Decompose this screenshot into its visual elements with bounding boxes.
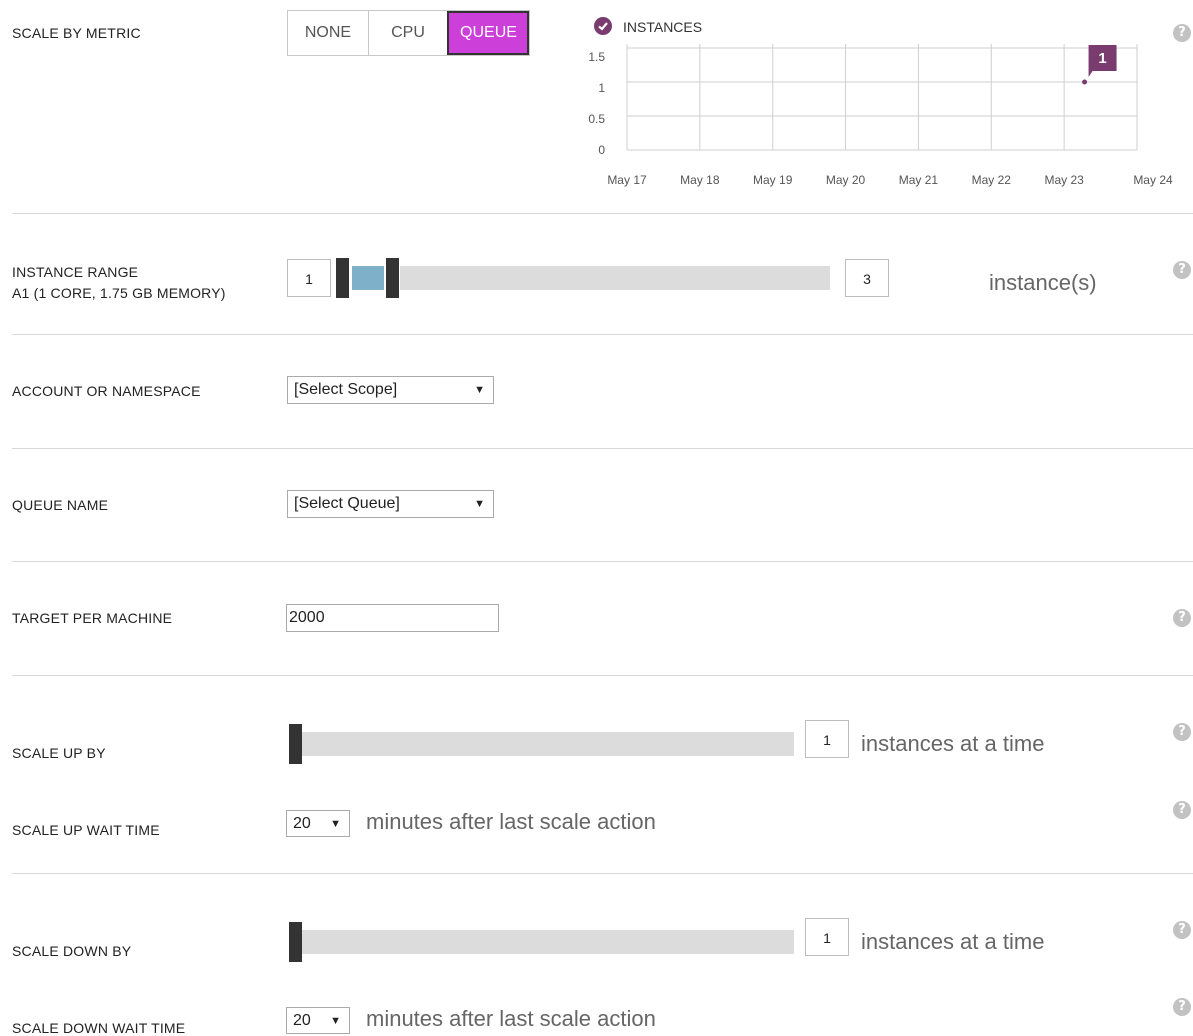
y-tick-label: 1.5: [588, 50, 605, 64]
scale-up-wait-select[interactable]: 20 ▼: [286, 810, 350, 837]
help-icon[interactable]: ?: [1173, 921, 1191, 939]
divider: [12, 334, 1193, 335]
instance-range-title: INSTANCE RANGE: [12, 264, 139, 280]
scale-down-wait-unit: minutes after last scale action: [366, 1006, 656, 1031]
help-icon[interactable]: ?: [1173, 801, 1191, 819]
scale-up-slider-handle[interactable]: [289, 724, 302, 764]
x-tick-label: May 18: [680, 173, 720, 187]
x-tick-label: May 23: [1044, 173, 1084, 187]
chart-legend-label: INSTANCES: [623, 19, 703, 35]
divider: [12, 675, 1193, 676]
scale-metric-toggle: NONE CPU QUEUE: [287, 10, 530, 56]
account-namespace-label: ACCOUNT OR NAMESPACE: [12, 383, 201, 399]
metric-cpu-button[interactable]: CPU: [368, 11, 447, 55]
scale-down-by-label: SCALE DOWN BY: [12, 943, 132, 959]
scale-down-wait-select[interactable]: 20 ▼: [286, 1007, 350, 1034]
check-icon[interactable]: [594, 17, 612, 35]
y-tick-label: 0: [598, 143, 605, 157]
instance-size-desc: A1 (1 CORE, 1.75 GB MEMORY): [12, 285, 226, 301]
scale-down-wait-value: 20: [293, 1012, 311, 1029]
x-tick-label: May 21: [898, 173, 939, 187]
scale-up-wait-value: 20: [293, 815, 311, 832]
y-tick-label: 0.5: [588, 112, 605, 126]
x-tick-label: May 24: [1133, 173, 1173, 187]
help-icon[interactable]: ?: [1173, 261, 1191, 279]
chart-data-point: [1082, 79, 1088, 85]
instance-min-handle[interactable]: [336, 258, 349, 298]
queue-select[interactable]: [Select Queue] ▼: [287, 490, 494, 518]
scale-up-wait-unit: minutes after last scale action: [366, 809, 656, 834]
scale-by-metric-label: SCALE BY METRIC: [12, 25, 141, 41]
instance-max-input[interactable]: 3: [845, 259, 889, 297]
scale-up-by-label: SCALE UP BY: [12, 745, 106, 761]
scale-up-slider-track[interactable]: [302, 732, 794, 756]
dropdown-arrow-icon: ▼: [474, 384, 485, 396]
target-per-machine-label: TARGET PER MACHINE: [12, 610, 173, 626]
scale-down-by-unit: instances at a time: [861, 929, 1045, 954]
divider: [12, 873, 1193, 874]
queue-select-value: [Select Queue]: [294, 495, 400, 512]
dropdown-arrow-icon: ▼: [330, 818, 341, 830]
instances-chart: 1: [626, 44, 1138, 151]
chart-data-label: 1: [1098, 50, 1106, 67]
scale-down-wait-label: SCALE DOWN WAIT TIME: [12, 1020, 186, 1036]
instance-range-fill: [352, 266, 384, 290]
metric-queue-button[interactable]: QUEUE: [447, 11, 529, 55]
y-tick-label: 1: [598, 81, 605, 95]
instance-min-input[interactable]: 1: [287, 259, 331, 297]
help-icon[interactable]: ?: [1173, 998, 1191, 1016]
divider: [12, 213, 1193, 214]
help-icon[interactable]: ?: [1173, 609, 1191, 627]
x-tick-label: May 17: [607, 173, 647, 187]
divider: [12, 561, 1193, 562]
help-icon[interactable]: ?: [1173, 723, 1191, 741]
dropdown-arrow-icon: ▼: [330, 1015, 341, 1027]
queue-name-label: QUEUE NAME: [12, 497, 109, 513]
x-tick-label: May 20: [825, 173, 866, 187]
scale-down-slider-handle[interactable]: [289, 922, 302, 962]
x-tick-label: May 19: [753, 173, 793, 187]
scale-up-wait-label: SCALE UP WAIT TIME: [12, 822, 160, 838]
scale-down-slider-track[interactable]: [302, 930, 794, 954]
instance-unit-label: instance(s): [989, 270, 1097, 295]
scope-select[interactable]: [Select Scope] ▼: [287, 376, 494, 404]
scale-up-by-unit: instances at a time: [861, 731, 1045, 756]
help-icon[interactable]: ?: [1173, 24, 1191, 42]
target-per-machine-input[interactable]: 2000: [286, 604, 499, 632]
divider: [12, 448, 1193, 449]
instance-range-label: INSTANCE RANGE A1 (1 CORE, 1.75 GB MEMOR…: [12, 262, 226, 304]
metric-none-button[interactable]: NONE: [288, 11, 368, 55]
x-tick-label: May 22: [971, 173, 1011, 187]
scale-down-by-input[interactable]: 1: [805, 918, 849, 956]
instance-max-handle[interactable]: [386, 258, 399, 298]
chart-grid: [626, 44, 1138, 151]
scale-up-by-input[interactable]: 1: [805, 720, 849, 758]
chart-marks: 1: [1082, 45, 1117, 85]
instance-range-track[interactable]: [400, 266, 830, 290]
scope-select-value: [Select Scope]: [294, 381, 398, 398]
dropdown-arrow-icon: ▼: [474, 498, 485, 510]
